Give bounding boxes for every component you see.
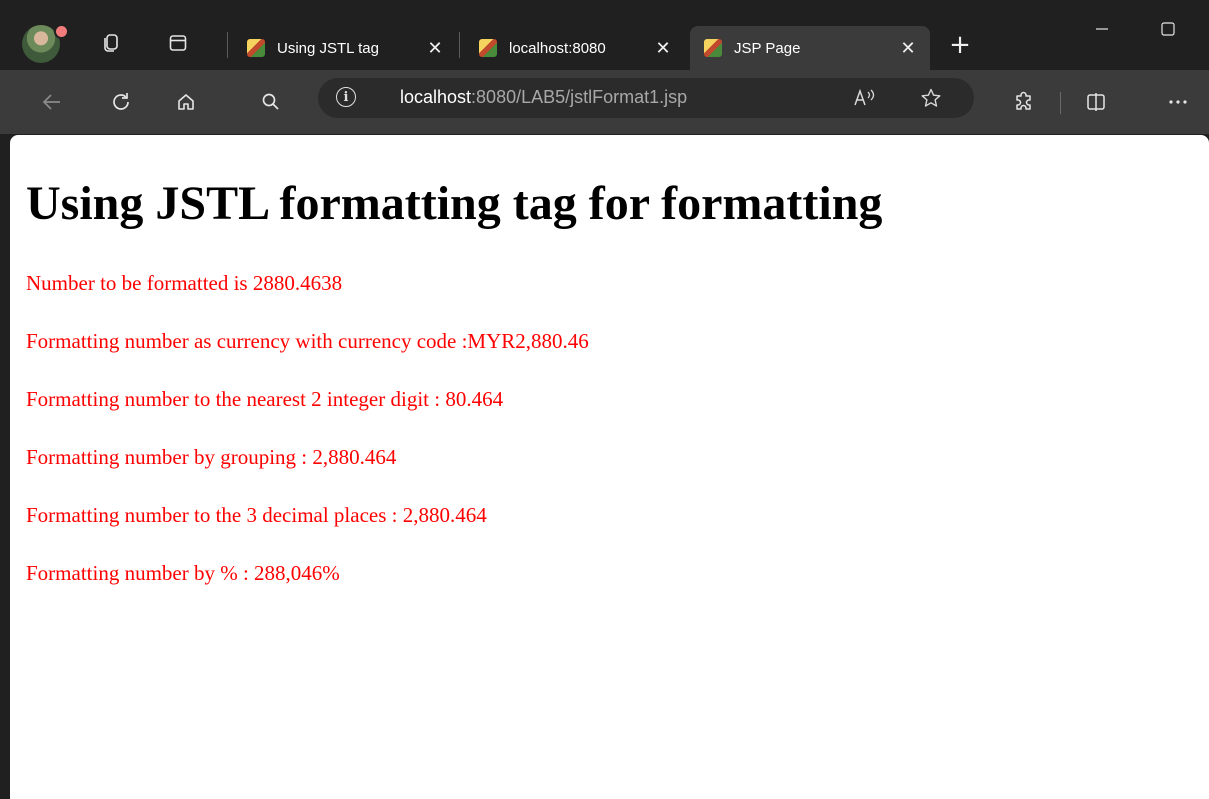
grouping-line: Formatting number by grouping : 2,880.46… [26, 445, 397, 469]
info-icon[interactable]: i [336, 87, 356, 107]
tab-localhost[interactable]: localhost:8080 ✕ [465, 26, 685, 70]
url-text[interactable]: localhost:8080/LAB5/jstlFormat1.jsp [400, 87, 687, 108]
profile-notification-badge [54, 24, 69, 39]
extensions-icon[interactable] [1008, 86, 1040, 118]
url-host: localhost [400, 87, 472, 107]
toolbar-separator [1060, 92, 1061, 114]
close-icon[interactable]: ✕ [423, 36, 447, 60]
tab-separator [227, 32, 228, 58]
decimal-places-line: Formatting number to the 3 decimal place… [26, 503, 487, 527]
minimize-icon[interactable] [1082, 14, 1122, 44]
home-icon[interactable] [170, 86, 202, 118]
navigation-bar: i localhost:8080/LAB5/jstlFormat1.jsp [0, 70, 1209, 134]
percent-line: Formatting number by % : 288,046% [26, 561, 340, 585]
window-edge [0, 135, 10, 799]
tab-using-jstl[interactable]: Using JSTL tag ✕ [233, 26, 457, 70]
tab-separator [459, 32, 460, 58]
search-icon[interactable] [255, 86, 287, 118]
read-aloud-icon[interactable] [850, 84, 880, 112]
tab-title: localhost:8080 [509, 39, 606, 57]
refresh-icon[interactable] [105, 86, 137, 118]
page-heading: Using JSTL formatting tag for formatting [26, 177, 883, 230]
star-icon[interactable] [916, 84, 946, 112]
more-icon[interactable] [1162, 86, 1194, 118]
tab-actions-icon[interactable] [163, 28, 193, 58]
tab-title: JSP Page [734, 39, 801, 57]
close-icon[interactable]: ✕ [651, 36, 675, 60]
split-screen-icon[interactable] [1080, 86, 1112, 118]
maximize-icon[interactable] [1148, 14, 1188, 44]
number-line: Number to be formatted is 2880.4638 [26, 271, 343, 295]
tab-title: Using JSTL tag [277, 39, 379, 57]
tomcat-favicon-icon [479, 39, 497, 57]
integer-digit-line: Formatting number to the nearest 2 integ… [26, 387, 504, 411]
back-arrow-icon[interactable] [36, 86, 68, 118]
url-path: :8080/LAB5/jstlFormat1.jsp [471, 87, 688, 107]
close-icon[interactable]: ✕ [896, 36, 920, 60]
currency-line: Formatting number as currency with curre… [26, 329, 589, 353]
tomcat-favicon-icon [704, 39, 722, 57]
tab-bar: Using JSTL tag ✕ localhost:8080 ✕ JSP Pa… [0, 0, 1209, 70]
workspaces-icon[interactable] [95, 28, 125, 58]
tab-jsp-page[interactable]: JSP Page ✕ [690, 26, 930, 70]
address-bar[interactable]: i localhost:8080/LAB5/jstlFormat1.jsp [318, 78, 974, 118]
plus-icon[interactable]: + [943, 30, 977, 60]
page-viewport: Using JSTL formatting tag for formatting… [10, 135, 1209, 799]
tomcat-favicon-icon [247, 39, 265, 57]
